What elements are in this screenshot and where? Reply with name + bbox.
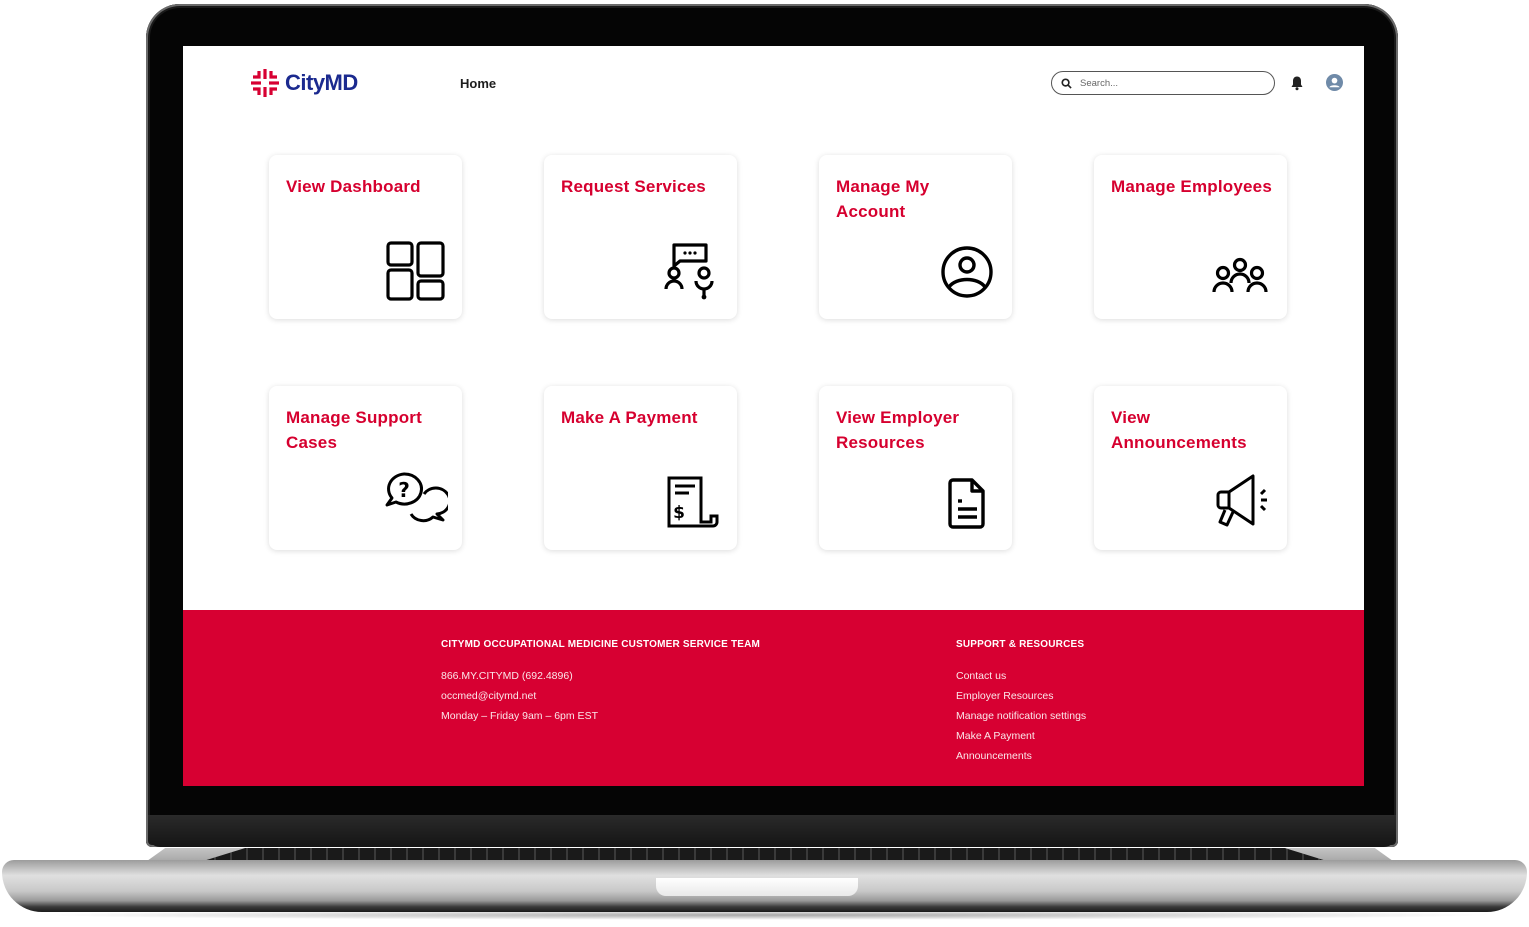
nav-home-link[interactable]: Home xyxy=(460,76,496,91)
card-title: Manage My Account xyxy=(836,177,930,221)
consultation-icon xyxy=(664,243,714,300)
footer-contact-heading: CITYMD OCCUPATIONAL MEDICINE CUSTOMER SE… xyxy=(441,639,761,650)
card-manage-my-account[interactable]: Manage My Account xyxy=(819,155,1012,319)
card-view-dashboard[interactable]: View Dashboard xyxy=(269,155,462,319)
search-input[interactable] xyxy=(1080,77,1250,89)
card-title: Manage Support Cases xyxy=(286,408,422,452)
dashboard-grid-icon xyxy=(386,241,445,301)
footer-resources-heading: SUPPORT & RESOURCES xyxy=(956,639,1085,650)
footer-link-announcements[interactable]: Announcements xyxy=(956,746,1086,766)
laptop-shadow xyxy=(30,910,1500,920)
footer-phone-link[interactable]: 866.MY.CITYMD (692.4896) xyxy=(441,666,760,686)
card-make-a-payment[interactable]: Make A Payment $ xyxy=(544,386,737,550)
laptop-opening-notch xyxy=(656,878,858,896)
invoice-dollar-icon: $ xyxy=(667,476,719,528)
group-icon xyxy=(1212,257,1268,293)
footer-hours: Monday – Friday 9am – 6pm EST xyxy=(441,710,598,722)
card-view-announcements[interactable]: View Announcements xyxy=(1094,386,1287,550)
card-title: Make A Payment xyxy=(561,408,698,427)
svg-text:$: $ xyxy=(673,503,685,523)
site-footer: CITYMD OCCUPATIONAL MEDICINE CUSTOMER SE… xyxy=(183,610,1364,786)
card-title: Request Services xyxy=(561,177,706,196)
citymd-logo[interactable]: CityMD xyxy=(250,68,358,98)
search-box[interactable] xyxy=(1051,71,1275,95)
document-icon xyxy=(948,478,985,529)
card-title: View Employer Resources xyxy=(836,408,960,452)
card-manage-support-cases[interactable]: Manage Support Cases ? xyxy=(269,386,462,550)
footer-resources-section: SUPPORT & RESOURCES Contact us Employer … xyxy=(956,639,1086,766)
footer-link-employer-resources[interactable]: Employer Resources xyxy=(956,686,1086,706)
footer-link-make-a-payment[interactable]: Make A Payment xyxy=(956,726,1086,746)
bell-icon[interactable] xyxy=(1290,75,1304,91)
screen: CityMD Home View Dashboard xyxy=(183,46,1364,786)
citymd-logo-mark-icon xyxy=(251,69,279,97)
search-icon xyxy=(1061,77,1072,89)
card-manage-employees[interactable]: Manage Employees xyxy=(1094,155,1287,319)
footer-link-notification-settings[interactable]: Manage notification settings xyxy=(956,706,1086,726)
site-header: CityMD Home xyxy=(183,46,1364,126)
card-request-services[interactable]: Request Services xyxy=(544,155,737,319)
megaphone-icon xyxy=(1216,474,1267,527)
svg-text:?: ? xyxy=(398,478,410,502)
footer-link-contact-us[interactable]: Contact us xyxy=(956,666,1086,686)
footer-contact-section: CITYMD OCCUPATIONAL MEDICINE CUSTOMER SE… xyxy=(441,639,760,726)
logo-wordmark: CityMD xyxy=(285,70,358,95)
card-title: Manage Employees xyxy=(1111,177,1272,196)
laptop-bezel-bottom xyxy=(148,815,1396,847)
user-avatar-icon[interactable] xyxy=(1326,74,1343,91)
card-title: View Dashboard xyxy=(286,177,421,196)
question-chat-icon: ? xyxy=(385,472,448,523)
card-title: View Announcements xyxy=(1111,408,1247,452)
footer-email-link[interactable]: occmed@citymd.net xyxy=(441,686,760,706)
card-view-employer-resources[interactable]: View Employer Resources xyxy=(819,386,1012,550)
user-circle-icon xyxy=(941,246,993,298)
